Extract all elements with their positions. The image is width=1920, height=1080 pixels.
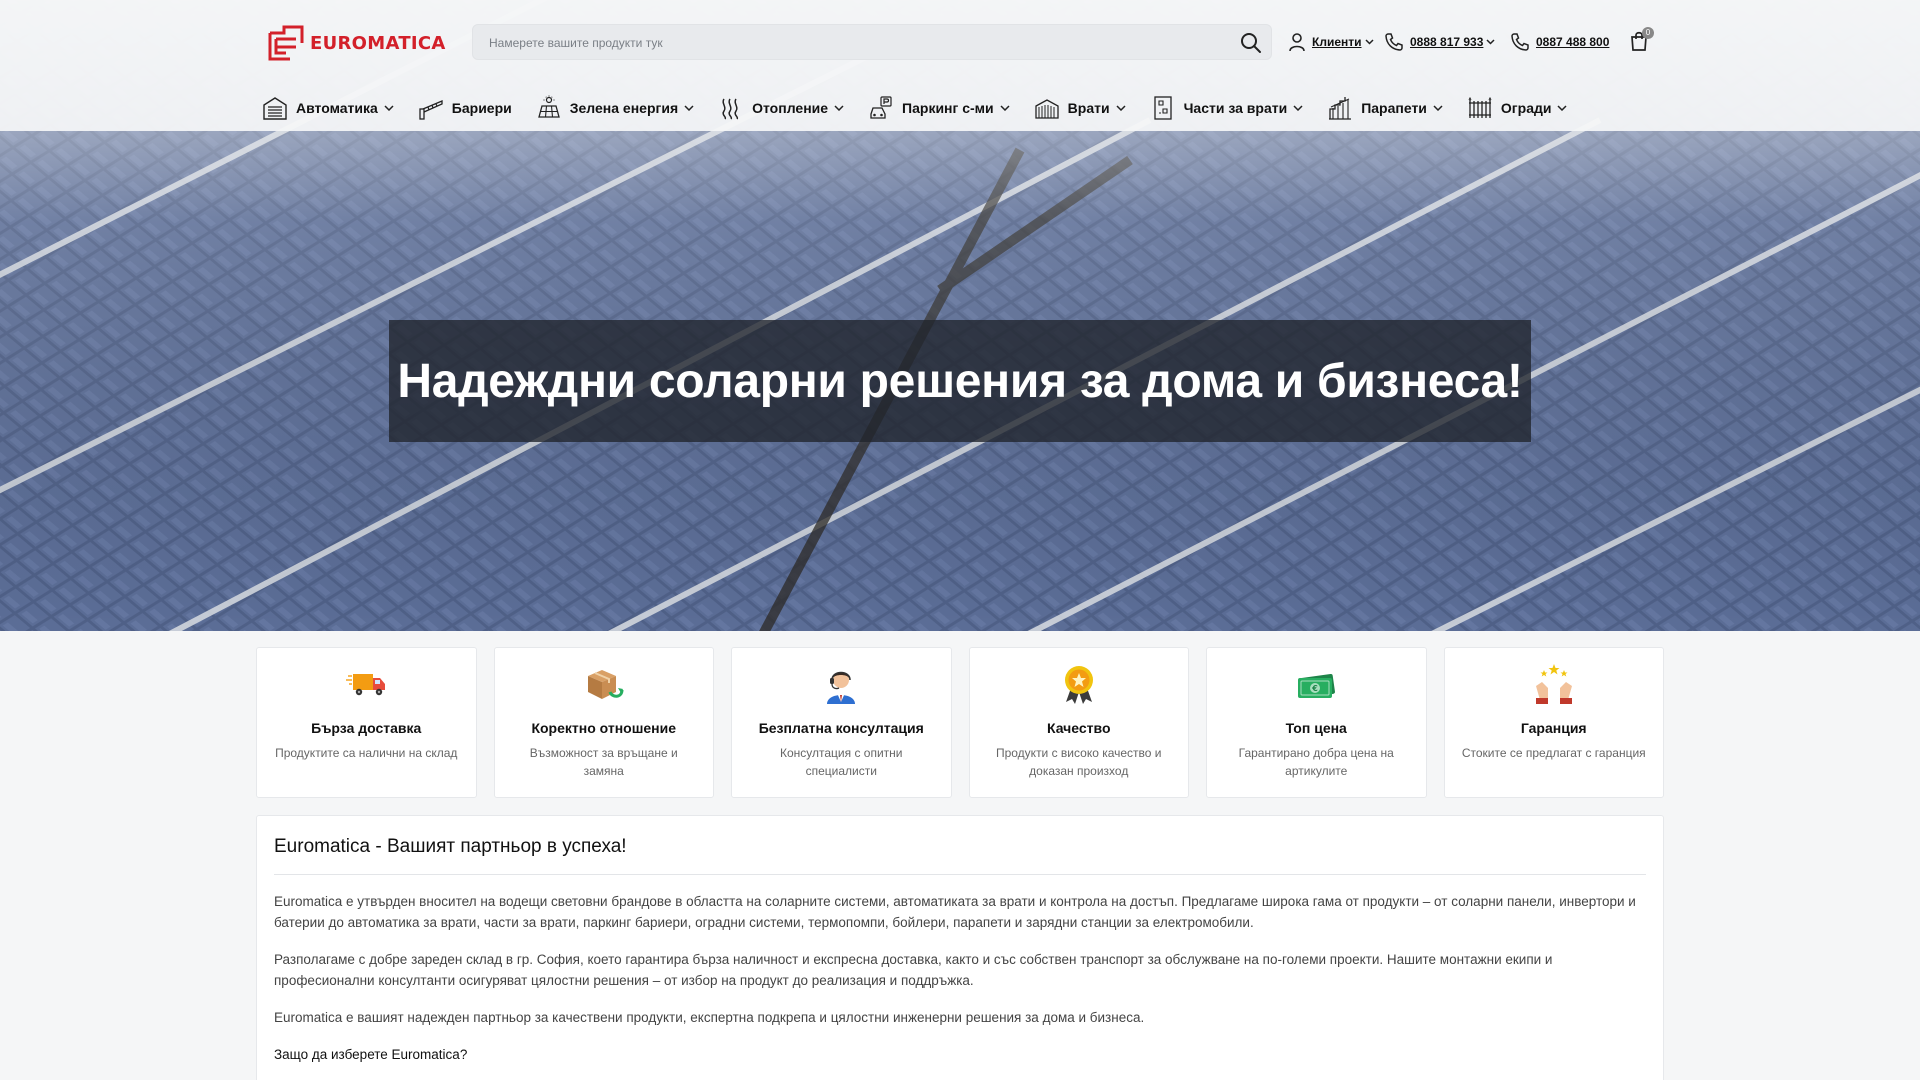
delivery-truck-icon (346, 674, 386, 696)
euromatica-logo-mark-icon (268, 25, 304, 61)
about-title: Euromatica - Вашият партньор в успеха! (274, 836, 1646, 875)
features-row: Бърза доставка Продуктите са налични на … (256, 647, 1664, 798)
chevron-down-icon (1433, 105, 1443, 111)
feature-desc: Продуктите са налични на склад (275, 746, 458, 760)
feature-title: Бърза доставка (311, 720, 422, 736)
brand-logo[interactable]: EUROMATICA (266, 22, 452, 64)
main-navigation: Автоматика Бариери Зелена енергия Отопле… (262, 94, 1591, 122)
svg-text:€: € (1311, 684, 1318, 693)
search-input[interactable] (489, 33, 1209, 53)
chevron-down-icon (1557, 105, 1568, 111)
feature-title: Коректно отношение (531, 720, 677, 736)
cart-count-badge: 0 (1642, 27, 1654, 39)
feature-title: Качество (1047, 720, 1111, 736)
phone-number-1: 0888 817 933 (1410, 35, 1484, 49)
hero-banner[interactable]: Надеждни соларни решения за дома и бизне… (389, 320, 1531, 442)
phone-icon (1511, 33, 1529, 51)
quality-medal-icon (1064, 666, 1093, 704)
chevron-down-icon (684, 105, 694, 111)
feature-title: Безплатна консултация (758, 720, 924, 736)
about-section: Euromatica - Вашият партньор в успеха! E… (256, 815, 1664, 1080)
logo-text: EUROMATICA (310, 32, 446, 54)
door-parts-icon (1153, 96, 1172, 120)
nav-item-doors[interactable]: Врати (1034, 95, 1126, 121)
about-paragraph: Разполагаме с добре зареден склад в гр. … (274, 952, 1553, 988)
feature-desc: Гарантирано добра цена на артикулите (1238, 746, 1394, 778)
nav-item-automation[interactable]: Автоматика (262, 95, 394, 121)
nav-item-label: Части за врати (1183, 100, 1288, 116)
about-paragraph: Euromatica е утвърден вносител на водещи… (274, 894, 1636, 930)
nav-item-label: Врати (1067, 100, 1110, 116)
railing-icon (1329, 97, 1352, 120)
site-header: EUROMATICA Клиенти 0888 817 933 0887 488… (0, 0, 1920, 131)
chevron-down-icon (384, 105, 394, 111)
barrier-icon (419, 100, 443, 120)
parking-car-icon (870, 96, 892, 119)
roller-door-icon (1035, 99, 1059, 119)
feature-title: Топ цена (1285, 720, 1347, 736)
nav-item-label: Парапети (1361, 100, 1427, 116)
feature-card-returns: Коректно отношение Възможност за връщане… (493, 647, 714, 798)
chevron-down-icon (1486, 39, 1495, 45)
nav-item-barriers[interactable]: Бариери (418, 95, 512, 121)
account-label: Клиенти (1312, 35, 1362, 49)
chevron-down-icon (1364, 39, 1374, 45)
feature-card-guarantee: Гаранция Стоките се предлагат с гаранция (1443, 647, 1664, 798)
user-icon (1289, 33, 1305, 52)
phone-number-2: 0887 488 800 (1536, 35, 1610, 49)
feature-desc: Стоките се предлагат с гаранция (1461, 746, 1646, 760)
nav-item-fences[interactable]: Огради (1467, 95, 1568, 121)
nav-item-label: Отопление (752, 100, 829, 116)
nav-item-parking[interactable]: Паркинг с-ми (868, 95, 1010, 121)
feature-desc: Продукти с високо качество и доказан про… (995, 746, 1162, 778)
nav-item-label: Паркинг с-ми (902, 100, 994, 116)
chevron-down-icon (1000, 105, 1010, 111)
money-icon: € (1298, 673, 1336, 699)
phone-link-2[interactable]: 0887 488 800 (1510, 32, 1609, 52)
garage-door-icon (263, 97, 287, 120)
feature-desc: Възможност за връщане и замяна (529, 746, 678, 778)
account-menu[interactable]: Клиенти (1288, 32, 1380, 52)
solar-panel-icon (537, 95, 560, 118)
fence-icon (1468, 96, 1492, 118)
search-bar (472, 24, 1272, 60)
feature-card-quality: Качество Продукти с високо качество и до… (968, 647, 1189, 798)
feature-card-delivery: Бърза доставка Продуктите са налични на … (256, 647, 477, 798)
heating-icon (722, 98, 739, 120)
chevron-down-icon (1293, 105, 1303, 111)
feature-card-consultation: Безплатна консултация Консултация с опит… (731, 647, 952, 798)
search-icon[interactable] (1239, 31, 1263, 55)
feature-card-price: € Топ цена Гарантирано добра цена на арт… (1206, 647, 1427, 798)
hero-title: Надеждни соларни решения за дома и бизне… (397, 354, 1523, 408)
return-box-icon (587, 670, 624, 699)
nav-item-label: Бариери (451, 100, 512, 116)
feature-title: Гаранция (1520, 720, 1587, 736)
nav-item-label: Зелена енергия (569, 100, 679, 116)
feature-desc: Консултация с опитни специалисти (779, 746, 903, 778)
nav-item-green-energy[interactable]: Зелена енергия (536, 95, 694, 121)
about-paragraph: Euromatica е вашият надежден партньор за… (274, 1010, 1145, 1025)
consultant-icon (827, 671, 856, 704)
phone-link-1[interactable]: 0888 817 933 (1384, 32, 1501, 52)
phone-icon (1385, 33, 1403, 51)
nav-item-heating[interactable]: Отопление (718, 95, 844, 121)
nav-item-label: Огради (1500, 100, 1552, 116)
chevron-down-icon (1116, 105, 1126, 111)
chevron-down-icon (834, 105, 844, 111)
about-question: Защо да изберете Euromatica? (274, 1047, 468, 1062)
nav-item-railings[interactable]: Парапети (1327, 95, 1443, 121)
guarantee-stars-icon (1535, 664, 1572, 704)
nav-item-label: Автоматика (296, 100, 378, 116)
nav-item-door-parts[interactable]: Части за врати (1150, 95, 1304, 121)
